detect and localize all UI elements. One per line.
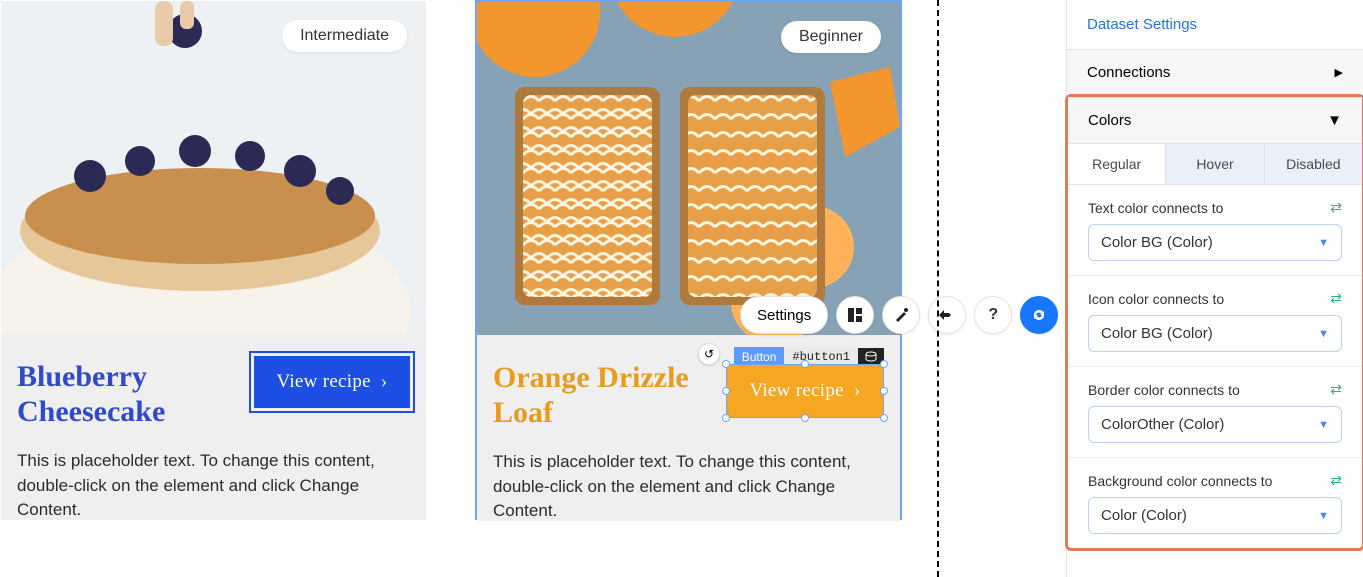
chevron-down-icon: ▼ bbox=[1318, 237, 1329, 249]
help-icon[interactable]: ? bbox=[974, 296, 1012, 334]
card-description: This is placeholder text. To change this… bbox=[17, 449, 410, 523]
colors-highlight-box: Colors ▼ Regular Hover Disabled Text col… bbox=[1065, 94, 1363, 551]
field-label: Background color connects to bbox=[1088, 473, 1272, 489]
field-border-color: Border color connects to ⇄ ColorOther (C… bbox=[1068, 367, 1362, 458]
dropdown-icon-color[interactable]: Color BG (Color) ▼ bbox=[1088, 315, 1342, 352]
binding-icon[interactable]: ⇄ bbox=[1330, 381, 1342, 398]
view-recipe-button[interactable]: View recipe › bbox=[254, 356, 410, 408]
dropdown-value: ColorOther (Color) bbox=[1101, 416, 1224, 433]
chevron-right-icon: ▶ bbox=[1335, 66, 1343, 79]
data-sync-icon[interactable] bbox=[1020, 296, 1058, 334]
field-label: Icon color connects to bbox=[1088, 291, 1224, 307]
field-text-color: Text color connects to ⇄ Color BG (Color… bbox=[1068, 185, 1362, 276]
dropdown-text-color[interactable]: Color BG (Color) ▼ bbox=[1088, 224, 1342, 261]
card-title: Orange Drizzle Loaf bbox=[493, 361, 693, 430]
editor-canvas[interactable]: Intermediate Blueberry Cheesecake View r… bbox=[0, 0, 1067, 577]
state-tabs: Regular Hover Disabled bbox=[1068, 144, 1362, 185]
tab-hover[interactable]: Hover bbox=[1166, 144, 1264, 184]
chevron-down-icon: ▼ bbox=[1318, 419, 1329, 431]
card-body: Orange Drizzle Loaf ↺ Button #button1 Vi… bbox=[477, 335, 900, 521]
card-body: Blueberry Cheesecake View recipe › This … bbox=[1, 334, 426, 520]
button-label: View recipe bbox=[749, 380, 843, 402]
binding-icon[interactable]: ⇄ bbox=[1330, 199, 1342, 216]
dropdown-border-color[interactable]: ColorOther (Color) ▼ bbox=[1088, 406, 1342, 443]
field-label: Text color connects to bbox=[1088, 200, 1223, 216]
card-title: Blueberry Cheesecake bbox=[17, 360, 217, 429]
selection-outline: View recipe › bbox=[726, 364, 884, 418]
settings-button[interactable]: Settings bbox=[740, 296, 828, 334]
design-icon[interactable] bbox=[882, 296, 920, 334]
dropdown-value: Color BG (Color) bbox=[1101, 234, 1213, 251]
section-label: Connections bbox=[1087, 64, 1170, 81]
field-background-color: Background color connects to ⇄ Color (Co… bbox=[1068, 458, 1362, 534]
tab-disabled[interactable]: Disabled bbox=[1265, 144, 1362, 184]
section-colors[interactable]: Colors ▼ bbox=[1068, 97, 1362, 144]
tab-regular[interactable]: Regular bbox=[1068, 144, 1166, 184]
page-boundary bbox=[937, 0, 939, 577]
recipe-card[interactable]: Beginner Orange Drizzle Loaf ↺ Button #b… bbox=[475, 0, 902, 520]
dropdown-value: Color BG (Color) bbox=[1101, 325, 1213, 342]
level-badge: Intermediate bbox=[282, 20, 407, 52]
binding-icon[interactable]: ⇄ bbox=[1330, 290, 1342, 307]
element-toolbar: Settings ? bbox=[740, 296, 1058, 334]
section-connections[interactable]: Connections ▶ bbox=[1067, 49, 1363, 96]
card-description: This is placeholder text. To change this… bbox=[493, 450, 884, 524]
field-label: Border color connects to bbox=[1088, 382, 1240, 398]
chevron-down-icon: ▼ bbox=[1318, 328, 1329, 340]
properties-panel: Dataset Settings Connections ▶ Colors ▼ … bbox=[1066, 0, 1363, 577]
chevron-right-icon: › bbox=[381, 371, 388, 393]
animation-icon[interactable] bbox=[928, 296, 966, 334]
dataset-settings-link[interactable]: Dataset Settings bbox=[1067, 0, 1363, 49]
section-label: Colors bbox=[1088, 112, 1131, 129]
layout-icon[interactable] bbox=[836, 296, 874, 334]
field-icon-color: Icon color connects to ⇄ Color BG (Color… bbox=[1068, 276, 1362, 367]
level-badge: Beginner bbox=[781, 21, 881, 53]
recipe-card[interactable]: Intermediate Blueberry Cheesecake View r… bbox=[0, 0, 427, 520]
dropdown-background-color[interactable]: Color (Color) ▼ bbox=[1088, 497, 1342, 534]
binding-icon[interactable]: ⇄ bbox=[1330, 472, 1342, 489]
dropdown-value: Color (Color) bbox=[1101, 507, 1187, 524]
button-label: View recipe bbox=[276, 371, 370, 393]
view-recipe-button[interactable]: View recipe › bbox=[727, 365, 883, 417]
chevron-down-icon: ▼ bbox=[1318, 510, 1329, 522]
revert-button[interactable]: ↺ bbox=[698, 343, 720, 365]
chevron-down-icon: ▼ bbox=[1327, 112, 1342, 129]
chevron-right-icon: › bbox=[854, 380, 861, 402]
